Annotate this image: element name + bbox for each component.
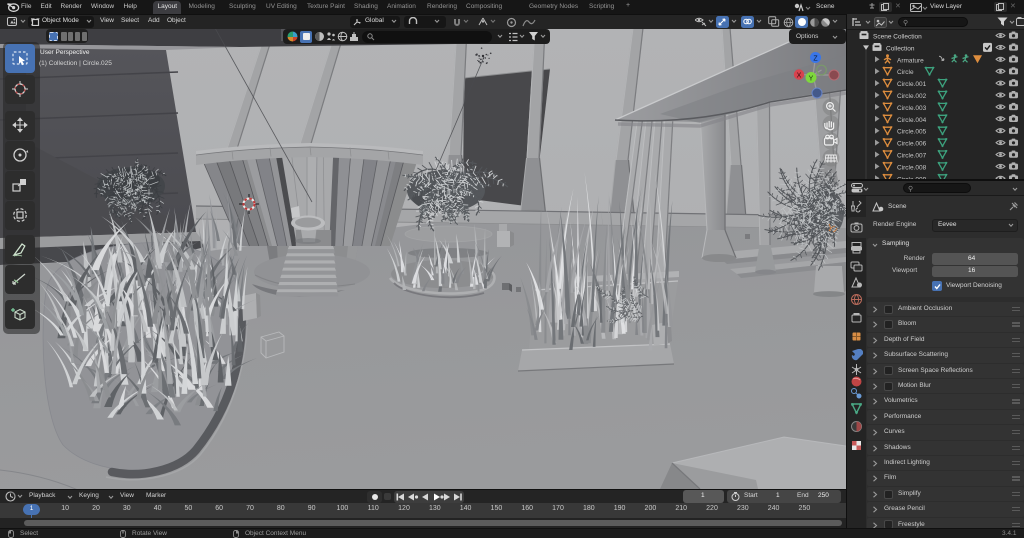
- svg-text:Circle.006: Circle.006: [897, 141, 927, 148]
- svg-text:Circle.007: Circle.007: [897, 153, 927, 160]
- svg-text:Collection: Collection: [886, 45, 915, 52]
- svg-text:Circle.005: Circle.005: [897, 129, 927, 136]
- svg-text:Circle.003: Circle.003: [897, 105, 927, 112]
- svg-text:Scene Collection: Scene Collection: [873, 34, 922, 41]
- svg-text:Circle.001: Circle.001: [897, 81, 927, 88]
- svg-text:Circle.008: Circle.008: [897, 164, 927, 171]
- svg-text:Y: Y: [809, 75, 814, 82]
- svg-text:Circle: Circle: [897, 69, 914, 76]
- svg-text:Z: Z: [813, 55, 818, 62]
- svg-text:X: X: [797, 72, 802, 79]
- svg-text:Armature: Armature: [897, 57, 924, 64]
- svg-text:Circle.002: Circle.002: [897, 93, 927, 100]
- svg-text:Circle.004: Circle.004: [897, 117, 927, 124]
